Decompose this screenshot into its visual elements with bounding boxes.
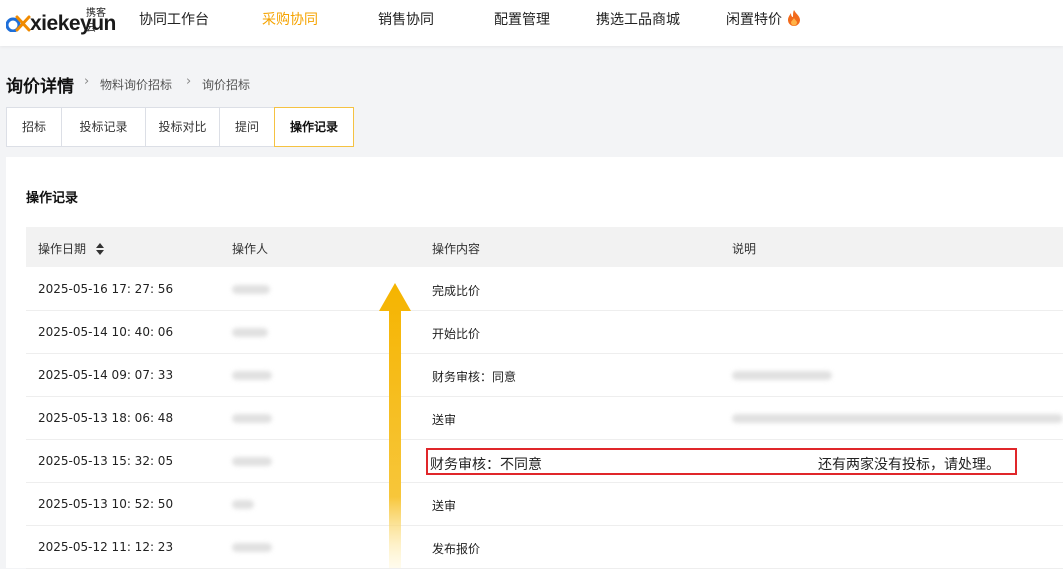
col-date-label: 操作日期 — [38, 242, 87, 256]
section-title: 操作记录 — [26, 191, 79, 206]
col-content: 操作内容 — [432, 242, 481, 256]
cell-content: 财务审核：同意 — [432, 370, 517, 384]
brand-sub: 携客云 — [86, 8, 106, 34]
table-header: 操作日期 操作人 操作内容 说明 — [26, 227, 1063, 267]
operator-redacted — [232, 285, 270, 294]
operator-redacted — [232, 371, 272, 380]
cell-content: 发布报价 — [432, 542, 481, 556]
top-nav: xiekeyun 携客云 协同工作台 采购协同 销售协同 配置管理 携选工品商城… — [0, 0, 1063, 46]
brand-logo[interactable]: xiekeyun 携客云 — [6, 4, 116, 38]
table-row: 2025-05-13 10: 52: 50 送审 — [26, 483, 1063, 526]
operator-redacted — [232, 543, 272, 552]
nav-mall[interactable]: 携选工品商城 — [596, 9, 680, 29]
nav-idle-sale-label: 闲置特价 — [726, 12, 782, 28]
operator-redacted — [232, 457, 272, 466]
chevron-right-icon: › — [186, 74, 192, 89]
highlighted-content: 财务审核：不同意 — [430, 457, 542, 473]
cell-content: 送审 — [432, 499, 457, 513]
up-arrow-icon — [379, 283, 411, 568]
nav-config[interactable]: 配置管理 — [494, 9, 550, 29]
page-title: 询价详情 — [6, 77, 74, 97]
cell-date: 2025-05-16 17: 27: 56 — [38, 282, 174, 296]
cell-date: 2025-05-13 18: 06: 48 — [38, 411, 174, 425]
col-note: 说明 — [732, 242, 757, 256]
nav-sales[interactable]: 销售协同 — [378, 9, 434, 29]
cell-content: 开始比价 — [432, 327, 481, 341]
operation-log-card: 操作记录 操作日期 操作人 操作内容 说明 2025-05-16 17: 27:… — [6, 157, 1063, 569]
table-row: 2025-05-12 11: 12: 23 发布报价 — [26, 526, 1063, 569]
col-operator: 操作人 — [232, 242, 269, 256]
nav-workbench[interactable]: 协同工作台 — [139, 9, 209, 29]
chevron-right-icon: › — [84, 74, 90, 89]
operator-redacted — [232, 414, 272, 423]
tab-bid-records[interactable]: 投标记录 — [61, 107, 146, 147]
cell-date: 2025-05-14 09: 07: 33 — [38, 368, 174, 382]
tab-bidding[interactable]: 招标 — [6, 107, 62, 147]
tab-questions[interactable]: 提问 — [219, 107, 275, 147]
operator-redacted — [232, 328, 268, 337]
highlighted-note: 还有两家没有投标，请处理。 — [818, 457, 1000, 473]
table-row: 2025-05-16 17: 27: 56 完成比价 — [26, 268, 1063, 311]
cell-date: 2025-05-14 10: 40: 06 — [38, 325, 174, 339]
cell-content: 送审 — [432, 413, 457, 427]
cell-date: 2025-05-13 15: 32: 05 — [38, 454, 174, 468]
table-row: 2025-05-14 10: 40: 06 开始比价 — [26, 311, 1063, 354]
tab-operation-log[interactable]: 操作记录 — [274, 107, 354, 147]
operator-redacted — [232, 500, 254, 509]
breadcrumb-item[interactable]: 物料询价招标 — [100, 76, 172, 93]
cell-content: 完成比价 — [432, 284, 481, 298]
logo-mark-icon — [6, 15, 31, 32]
nav-procurement[interactable]: 采购协同 — [262, 9, 318, 29]
cell-date: 2025-05-12 11: 12: 23 — [38, 540, 174, 554]
highlighted-row: 财务审核：不同意 还有两家没有投标，请处理。 — [426, 448, 1017, 475]
flame-icon — [788, 10, 801, 26]
table-row: 2025-05-14 09: 07: 33 财务审核：同意 — [26, 354, 1063, 397]
sort-icon[interactable] — [95, 243, 104, 255]
tab-bid-compare[interactable]: 投标对比 — [145, 107, 220, 147]
breadcrumb-item[interactable]: 询价招标 — [202, 76, 250, 93]
note-redacted — [732, 414, 1063, 423]
note-redacted — [732, 371, 832, 380]
nav-idle-sale[interactable]: 闲置特价 — [726, 9, 801, 29]
cell-date: 2025-05-13 10: 52: 50 — [38, 497, 174, 511]
table-row: 2025-05-13 18: 06: 48 送审 — [26, 397, 1063, 440]
col-date[interactable]: 操作日期 — [38, 240, 104, 257]
